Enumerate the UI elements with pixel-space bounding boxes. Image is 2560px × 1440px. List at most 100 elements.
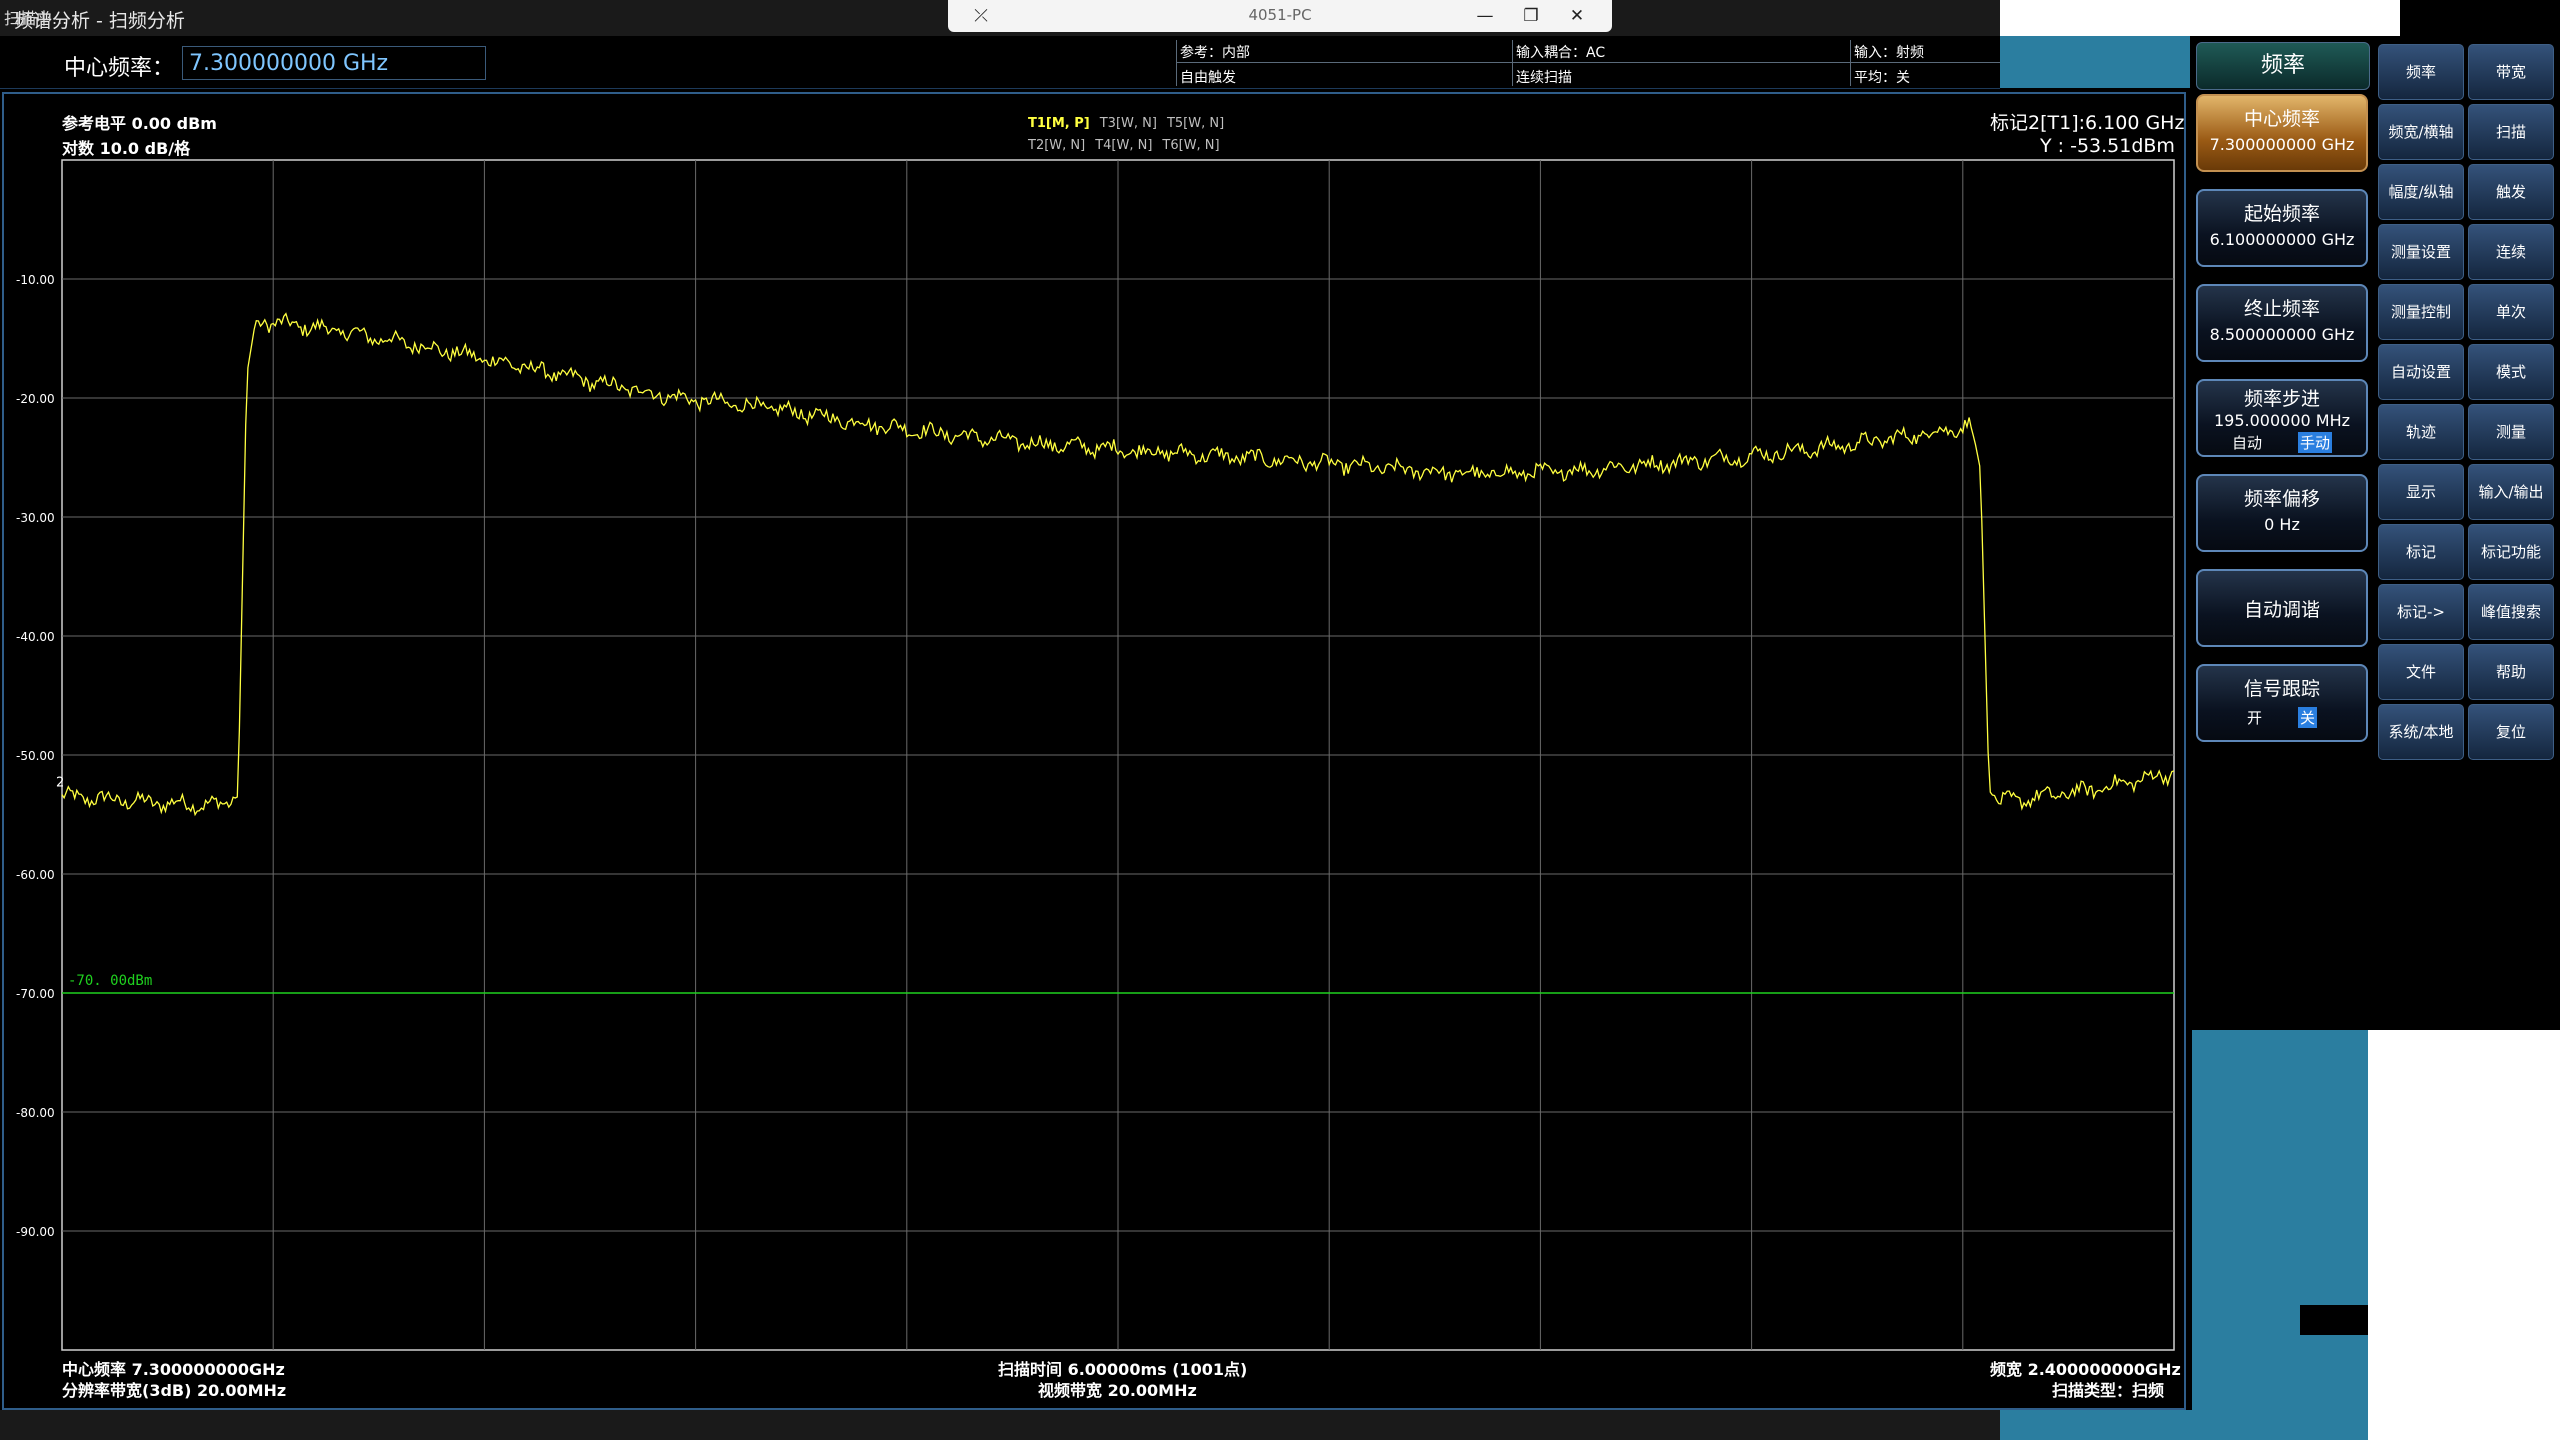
softkey-center-freq[interactable]: 中心频率 7.300000000 GHz [2196, 94, 2368, 172]
softkey-menu-title: 频率 [2196, 42, 2370, 90]
y-tick-label: -50.00 [16, 749, 55, 763]
hardkey[interactable]: 帮助 [2468, 644, 2554, 700]
center-freq-label: 中心频率： [64, 56, 175, 81]
hardkey[interactable]: 轨迹 [2378, 404, 2464, 460]
trace-legend-item: T6[W, N] [1162, 138, 1220, 153]
threshold-label: -70. 00dBm [68, 973, 152, 989]
ref-level: 参考电平 0.00 dBm [62, 114, 217, 133]
softkey-auto-tune[interactable]: 自动调谐 [2196, 569, 2368, 647]
info-trigger: 自由触发 [1180, 70, 1236, 86]
hardkey[interactable]: 标记功能 [2468, 524, 2554, 580]
softkey-label: 频率偏移 [2243, 488, 2320, 510]
softkey-label: 中心频率 [2243, 108, 2320, 130]
hardkey[interactable]: 复位 [2468, 704, 2554, 760]
marker-readout-freq: 标记2[T1]:6.100 GHz [1990, 112, 2185, 134]
softkey-label: 终止频率 [2243, 298, 2320, 320]
hardkey[interactable]: 测量控制 [2378, 284, 2464, 340]
info-vline [1176, 40, 1177, 86]
restore-icon[interactable]: ❐ [1514, 2, 1548, 30]
hardkey[interactable]: 测量 [2468, 404, 2554, 460]
softkey-value: 0 Hz [2264, 515, 2300, 534]
hardkey[interactable]: 模式 [2468, 344, 2554, 400]
hardkey[interactable]: 单次 [2468, 284, 2554, 340]
marker-2-label: 2 [56, 776, 64, 791]
info-input: 输入：射频 [1854, 45, 1924, 61]
y-tick-label: -30.00 [16, 511, 55, 525]
softkey-stop-freq[interactable]: 终止频率 8.500000000 GHz [2196, 284, 2368, 362]
hardkey[interactable]: 连续 [2468, 224, 2554, 280]
trace-legend-row1: T1[M, P] T3[W, N] T5[W, N] [1028, 116, 1224, 131]
y-tick-label: -80.00 [16, 1106, 55, 1120]
hardkey[interactable]: 峰值搜索 [2468, 584, 2554, 640]
trace-legend-item: T2[W, N] [1028, 138, 1086, 153]
softkey-value: 6.100000000 GHz [2209, 230, 2355, 249]
bottom-rbw: 分辨率带宽(3dB) 20.00MHz [62, 1381, 287, 1400]
hardkey[interactable]: 频率 [2378, 44, 2464, 100]
y-tick-label: -90.00 [16, 1225, 55, 1239]
close-icon[interactable]: ✕ [1560, 2, 1594, 30]
panel-filler [2192, 1030, 2368, 1410]
topright-area [2000, 0, 2400, 36]
remote-session-bar: ⤫ 4051-PC — ❐ ✕ [948, 0, 1612, 32]
softkey-value: 7.300000000 GHz [2209, 135, 2355, 154]
trace-legend-item: T1[M, P] [1028, 116, 1090, 131]
status-bar-right [2000, 1410, 2368, 1440]
softkey-label: 自动调谐 [2243, 599, 2320, 621]
center-freq-input[interactable]: 7.300000000 GHz [182, 46, 486, 80]
trace-legend-item: T4[W, N] [1095, 138, 1153, 153]
option-off[interactable]: 关 [2298, 707, 2318, 728]
bottom-vbw: 视频带宽 20.00MHz [1038, 1381, 1197, 1400]
status-text: 扫描中... [4, 9, 68, 28]
y-tick-label: -10.00 [16, 273, 55, 287]
hardkey[interactable]: 标记-> [2378, 584, 2464, 640]
remote-title: 4051-PC [1248, 6, 1312, 24]
hardkey[interactable]: 幅度/纵轴 [2378, 164, 2464, 220]
hardkey[interactable]: 输入/输出 [2468, 464, 2554, 520]
spectrum-display[interactable]: -10.00 -20.00 -30.00 -40.00 -50.00 -60.00 -70.… [2, 92, 2186, 1410]
softkey-label: 信号跟踪 [2243, 678, 2320, 700]
hardkey[interactable]: 自动设置 [2378, 344, 2464, 400]
panel-block [2300, 1305, 2368, 1335]
status-bar [0, 1410, 2000, 1440]
y-tick-label: -20.00 [16, 392, 55, 406]
hardkey[interactable]: 带宽 [2468, 44, 2554, 100]
marker-readout-value: Y : -53.51dBm [2040, 135, 2175, 157]
hardkey[interactable]: 文件 [2378, 644, 2464, 700]
trace-legend-item: T3[W, N] [1099, 116, 1157, 131]
softkey-freq-step[interactable]: 频率步进 195.000000 MHz 自动 手动 [2196, 379, 2368, 457]
trace-legend-item: T5[W, N] [1166, 116, 1225, 131]
info-sweep-mode: 连续扫描 [1516, 70, 1572, 86]
y-tick-label: -40.00 [16, 630, 55, 644]
hardkey[interactable]: 频宽/横轴 [2378, 104, 2464, 160]
hardkey[interactable]: 触发 [2468, 164, 2554, 220]
info-average: 平均：关 [1854, 70, 1910, 86]
info-vline [1850, 40, 1851, 86]
hardkey[interactable]: 标记 [2378, 524, 2464, 580]
softkey-value: 195.000000 MHz [2213, 411, 2351, 430]
spectrum-plot[interactable]: -10.00 -20.00 -30.00 -40.00 -50.00 -60.00 -70.… [4, 94, 2184, 1408]
y-tick-label: -70.00 [16, 987, 55, 1001]
hardkey[interactable]: 显示 [2378, 464, 2464, 520]
info-divider [1176, 62, 2000, 63]
hardkey-panel-filler [2368, 1030, 2560, 1440]
hardkey[interactable]: 扫描 [2468, 104, 2554, 160]
softkey-label: 起始频率 [2243, 203, 2320, 225]
panel-strip [2000, 36, 2190, 88]
y-tick-label: -60.00 [16, 868, 55, 882]
info-vline [1512, 40, 1513, 86]
softkey-start-freq[interactable]: 起始频率 6.100000000 GHz [2196, 189, 2368, 267]
bottom-sweep-type: 扫描类型：扫频 [2052, 1381, 2165, 1400]
softkey-label: 频率步进 [2243, 388, 2320, 410]
minimize-icon[interactable]: — [1468, 2, 1502, 30]
option-on[interactable]: 开 [2247, 707, 2262, 728]
option-manual[interactable]: 手动 [2298, 432, 2333, 453]
hardkey[interactable]: 系统/本地 [2378, 704, 2464, 760]
softkey-value: 8.500000000 GHz [2209, 325, 2355, 344]
option-auto[interactable]: 自动 [2232, 432, 2262, 453]
hardkey[interactable]: 测量设置 [2378, 224, 2464, 280]
softkey-freq-offset[interactable]: 频率偏移 0 Hz [2196, 474, 2368, 552]
scale-per-div: 对数 10.0 dB/格 [62, 139, 191, 158]
info-coupling: 输入耦合：AC [1516, 45, 1606, 61]
softkey-signal-track[interactable]: 信号跟踪 开 关 [2196, 664, 2368, 742]
trace-legend-row2: T2[W, N] T4[W, N] T6[W, N] [1028, 138, 1220, 153]
